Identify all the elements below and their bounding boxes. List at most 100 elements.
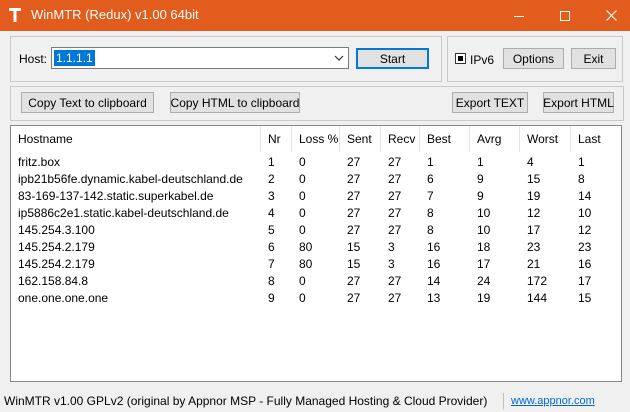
- checkbox-mark: [458, 56, 463, 61]
- table-cell: 7: [268, 257, 275, 271]
- table-row[interactable]: 145.254.2.179 7 80 15 3 16 17 21 16: [11, 255, 621, 272]
- table-cell: 8: [268, 274, 275, 288]
- table-cell: 1: [427, 155, 434, 169]
- table-cell: 145.254.2.179: [18, 257, 95, 271]
- table-cell: 16: [578, 257, 592, 271]
- table-row[interactable]: ip5886c2e1.static.kabel-deutschland.de 4 0…: [11, 204, 621, 221]
- copy-html-button[interactable]: Copy HTML to clipboard: [170, 92, 300, 113]
- table-cell: 0: [299, 291, 306, 305]
- table-cell: 15: [347, 257, 361, 271]
- table-cell: 27: [347, 189, 361, 203]
- exit-button[interactable]: Exit: [571, 48, 616, 69]
- table-cell: 0: [299, 155, 306, 169]
- start-button[interactable]: Start: [356, 48, 429, 69]
- column-header-recv[interactable]: Recv: [381, 126, 420, 152]
- table-cell: 2: [268, 172, 275, 186]
- table-row[interactable]: 162.158.84.8 8 0 27 27 14 24 172 17: [11, 272, 621, 289]
- table-row[interactable]: ipb21b56fe.dynamic.kabel-deutschland.de 2…: [11, 170, 621, 187]
- table-cell: 17: [477, 257, 491, 271]
- maximize-button[interactable]: [542, 0, 588, 31]
- column-header-best[interactable]: Best: [420, 126, 470, 152]
- host-label: Host:: [19, 52, 48, 66]
- column-header-hostname[interactable]: Hostname: [11, 126, 261, 152]
- table-cell: 15: [347, 240, 361, 254]
- column-header-sent[interactable]: Sent: [340, 126, 381, 152]
- table-cell: 4: [527, 155, 534, 169]
- export-text-button[interactable]: Export TEXT: [452, 92, 528, 113]
- copy-text-button[interactable]: Copy Text to clipboard: [21, 92, 154, 113]
- ipv6-label: IPv6: [470, 53, 495, 67]
- appnor-link[interactable]: www.appnor.com: [511, 395, 595, 407]
- close-icon: [605, 10, 617, 21]
- table-cell: 1: [578, 155, 585, 169]
- table-cell: 15: [578, 291, 592, 305]
- table-cell: 1: [268, 155, 275, 169]
- table-cell: 6: [268, 240, 275, 254]
- column-header-worst[interactable]: Worst: [520, 126, 571, 152]
- table-cell: 27: [347, 274, 361, 288]
- host-input-value[interactable]: 1.1.1.1: [54, 50, 95, 66]
- table-cell: 0: [299, 189, 306, 203]
- table-row[interactable]: fritz.box 1 0 27 27 1 1 4 1: [11, 153, 621, 170]
- column-header-loss[interactable]: Loss %: [292, 126, 340, 152]
- table-cell: 27: [347, 291, 361, 305]
- table-cell: fritz.box: [18, 155, 61, 169]
- column-header-avrg[interactable]: Avrg: [470, 126, 520, 152]
- table-cell: 0: [299, 223, 306, 237]
- table-cell: 23: [527, 240, 541, 254]
- table-cell: 27: [388, 189, 402, 203]
- winmtr-app-icon: [9, 8, 21, 22]
- table-cell: 0: [299, 172, 306, 186]
- table-cell: 3: [268, 189, 275, 203]
- table-row[interactable]: one.one.one.one 9 0 27 27 13 19 144 15: [11, 289, 621, 306]
- table-cell: 10: [477, 223, 491, 237]
- table-cell: 0: [299, 274, 306, 288]
- table-cell: 3: [388, 240, 395, 254]
- table-cell: 9: [477, 189, 484, 203]
- table-cell: 83-169-137-142.static.superkabel.de: [18, 189, 214, 203]
- chevron-down-icon[interactable]: [334, 54, 344, 62]
- table-row[interactable]: 145.254.2.179 6 80 15 3 16 18 23 23: [11, 238, 621, 255]
- table-cell: 8: [427, 223, 434, 237]
- host-combobox[interactable]: 1.1.1.1: [51, 47, 349, 69]
- table-row[interactable]: 145.254.3.100 5 0 27 27 8 10 17 12: [11, 221, 621, 238]
- table-cell: 27: [347, 206, 361, 220]
- table-cell: 12: [578, 223, 592, 237]
- table-cell: 9: [268, 291, 275, 305]
- table-cell: 145.254.2.179: [18, 240, 95, 254]
- table-cell: 27: [388, 155, 402, 169]
- title-bar: WinMTR (Redux) v1.00 64bit: [0, 0, 630, 31]
- table-cell: 6: [427, 172, 434, 186]
- table-cell: 14: [427, 274, 441, 288]
- status-separator: [503, 393, 504, 409]
- table-cell: 27: [388, 172, 402, 186]
- table-cell: 15: [527, 172, 541, 186]
- table-cell: 4: [268, 206, 275, 220]
- table-cell: 19: [527, 189, 541, 203]
- table-cell: 17: [578, 274, 592, 288]
- table-cell: 27: [347, 155, 361, 169]
- table-cell: 3: [388, 257, 395, 271]
- table-cell: 10: [477, 206, 491, 220]
- table-cell: 23: [578, 240, 592, 254]
- table-cell: 14: [578, 189, 592, 203]
- table-cell: 9: [477, 172, 484, 186]
- minimize-button[interactable]: [496, 0, 542, 31]
- export-html-button[interactable]: Export HTML: [543, 92, 614, 113]
- table-cell: 13: [427, 291, 441, 305]
- table-cell: 144: [527, 291, 548, 305]
- table-cell: 162.158.84.8: [18, 274, 89, 288]
- close-button[interactable]: [588, 0, 630, 31]
- column-header-last[interactable]: Last: [571, 126, 621, 152]
- table-cell: 27: [347, 223, 361, 237]
- table-cell: 24: [477, 274, 491, 288]
- results-table[interactable]: Hostname Nr Loss % Sent Recv Best Avrg W…: [10, 125, 622, 382]
- table-cell: 7: [427, 189, 434, 203]
- table-cell: 19: [477, 291, 491, 305]
- status-text: WinMTR v1.00 GPLv2 (original by Appnor M…: [4, 394, 488, 408]
- options-button[interactable]: Options: [503, 48, 564, 69]
- column-header-nr[interactable]: Nr: [261, 126, 292, 152]
- table-cell: 8: [578, 172, 585, 186]
- ipv6-checkbox[interactable]: [455, 53, 466, 64]
- table-row[interactable]: 83-169-137-142.static.superkabel.de 3 0 27 2…: [11, 187, 621, 204]
